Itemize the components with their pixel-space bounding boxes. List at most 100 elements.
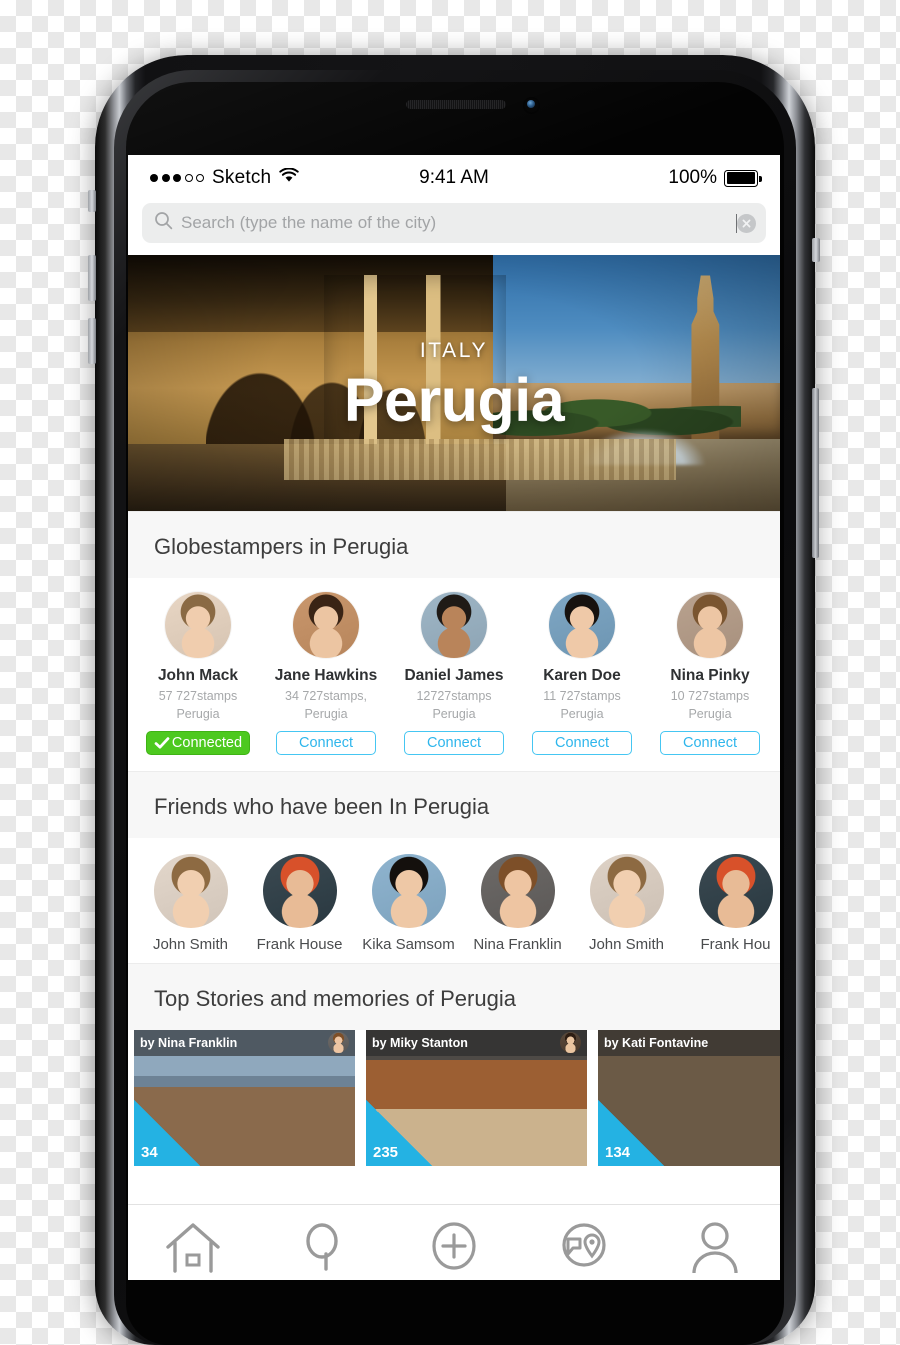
power-button[interactable]	[812, 388, 819, 558]
silent-switch[interactable]	[88, 190, 96, 212]
globestamper-card[interactable]: John Mack 57 727stamps Perugia Connected	[134, 592, 262, 755]
hero-caption: ITALY Perugia	[128, 339, 780, 435]
front-camera-icon	[523, 97, 540, 114]
check-icon	[154, 736, 170, 749]
story-count: 134	[605, 1143, 631, 1161]
globestamper-city: Perugia	[560, 706, 604, 721]
tab-explore[interactable]	[519, 1219, 649, 1273]
search-bar: Search (type the name of the city)	[128, 201, 780, 255]
tab-home[interactable]	[128, 1219, 258, 1273]
avatar[interactable]	[165, 592, 231, 658]
globestamper-stamps: 10 727stamps	[670, 689, 750, 703]
avatar[interactable]	[560, 1032, 581, 1053]
stories-list[interactable]: by Nina Franklin 34 by Miky Stanton 235 by K…	[128, 1029, 780, 1166]
volume-down-button[interactable]	[88, 318, 96, 364]
battery-percent-label: 100%	[668, 167, 717, 188]
avatar[interactable]	[421, 592, 487, 658]
stories-section: by Nina Franklin 34 by Miky Stanton 235 by K…	[128, 1029, 780, 1166]
friend-name: Nina Franklin	[473, 935, 562, 953]
friends-section: John Smith Frank House Kika Samsom Nina Fra…	[128, 837, 780, 963]
globestamper-card[interactable]: Karen Doe 11 727stamps Perugia Connect	[518, 592, 646, 755]
globestamper-stamps: 57 727stamps	[158, 689, 238, 703]
clear-search-icon[interactable]	[737, 213, 756, 233]
profile-icon	[692, 1222, 738, 1273]
story-author: by Miky Stanton	[372, 1035, 468, 1050]
connect-button[interactable]: Connect	[404, 730, 504, 755]
friends-list[interactable]: John Smith Frank House Kika Samsom Nina Fra…	[128, 838, 780, 963]
friend-card[interactable]: Frank House	[245, 853, 354, 953]
bottom-tab-bar	[128, 1204, 780, 1280]
globestamper-card[interactable]: Nina Pinky 10 727stamps Perugia Connect	[646, 592, 774, 755]
globestamper-stamps: 11 727stamps	[543, 689, 621, 703]
avatar[interactable]	[589, 853, 664, 928]
story-count: 34	[141, 1143, 158, 1161]
story-author-bar: by Nina Franklin	[134, 1029, 355, 1056]
connected-button[interactable]: Connected	[146, 730, 250, 755]
hero-country-label: ITALY	[419, 339, 489, 362]
search-icon	[305, 1223, 338, 1271]
hero-banner[interactable]: ITALY Perugia	[128, 255, 780, 511]
avatar[interactable]	[293, 592, 359, 658]
search-placeholder: Search (type the name of the city)	[181, 213, 437, 232]
avatar[interactable]	[328, 1032, 349, 1053]
story-card[interactable]: by Miky Stanton 235	[366, 1029, 587, 1166]
globestamper-city: Perugia	[304, 706, 348, 721]
stories-section-title: Top Stories and memories of Perugia	[128, 962, 780, 1030]
add-icon	[432, 1222, 476, 1270]
globestamper-stamps: 34 727stamps,	[285, 689, 367, 703]
friend-name: John Smith	[588, 935, 665, 953]
story-author-bar: by Miky Stanton	[366, 1029, 587, 1056]
story-author-bar: by Kati Fontavine	[598, 1029, 780, 1056]
battery-icon	[724, 169, 762, 187]
connect-button[interactable]: Connect	[532, 730, 632, 755]
globestamper-card[interactable]: Jane Hawkins 34 727stamps, Perugia Connect	[262, 592, 390, 755]
connect-button[interactable]: Connect	[660, 730, 760, 755]
avatar[interactable]	[549, 592, 615, 658]
avatar[interactable]	[698, 853, 773, 928]
globestamper-card[interactable]: Daniel James 12727stamps Perugia Connect	[390, 592, 518, 755]
globestampers-list: John Mack 57 727stamps Perugia Connected Jan…	[128, 578, 780, 771]
friend-card[interactable]: Nina Franklin	[463, 853, 572, 953]
status-bar-left: Sketch	[150, 167, 299, 189]
connected-label: Connected	[171, 734, 243, 751]
friend-card[interactable]: John Smith	[572, 853, 681, 953]
connect-button[interactable]: Connect	[276, 730, 376, 755]
friend-card[interactable]: John Smith	[136, 853, 245, 953]
friend-card[interactable]: Frank Hou	[681, 853, 780, 953]
friend-card[interactable]: Kika Samsom	[354, 853, 463, 953]
hero-city-title: Perugia	[343, 366, 565, 434]
story-card[interactable]: by Nina Franklin 34	[134, 1029, 355, 1166]
story-count: 235	[373, 1143, 399, 1161]
avatar[interactable]	[371, 853, 446, 928]
globestamper-name: Nina Pinky	[670, 667, 750, 684]
story-card[interactable]: by Kati Fontavine 134	[598, 1029, 780, 1166]
volume-up-button[interactable]	[88, 255, 96, 301]
search-input[interactable]: Search (type the name of the city)	[142, 203, 766, 243]
globestamper-stamps: 12727stamps	[416, 689, 492, 703]
friend-name: Kika Samsom	[362, 935, 455, 953]
globestamper-name: Daniel James	[404, 667, 504, 684]
globestamper-city: Perugia	[432, 706, 476, 721]
friends-section-title: Friends who have been In Perugia	[128, 770, 780, 838]
tab-add[interactable]	[389, 1219, 519, 1273]
friend-name: John Smith	[152, 935, 229, 953]
search-icon	[154, 211, 173, 235]
carrier-label: Sketch	[212, 167, 272, 188]
globestamper-name: John Mack	[157, 667, 239, 684]
tab-profile[interactable]	[650, 1219, 780, 1273]
app-viewport: Sketch 9:41 AM 100% Search (type the nam…	[128, 155, 780, 1280]
story-author: by Kati Fontavine	[604, 1035, 709, 1050]
globestampers-section-title: Globestampers in Perugia	[128, 511, 780, 578]
avatar[interactable]	[480, 853, 555, 928]
globestamper-name: Karen Doe	[543, 667, 621, 684]
globestampers-section: John Mack 57 727stamps Perugia Connected Jan…	[128, 578, 780, 771]
tab-search[interactable]	[258, 1219, 388, 1273]
avatar[interactable]	[153, 853, 228, 928]
power-button-top[interactable]	[812, 238, 820, 262]
signal-strength-icon	[150, 174, 204, 182]
globestamper-name: Jane Hawkins	[274, 667, 378, 684]
avatar[interactable]	[262, 853, 337, 928]
wifi-icon	[279, 167, 299, 188]
friend-name: Frank House	[256, 935, 343, 953]
avatar[interactable]	[677, 592, 743, 658]
